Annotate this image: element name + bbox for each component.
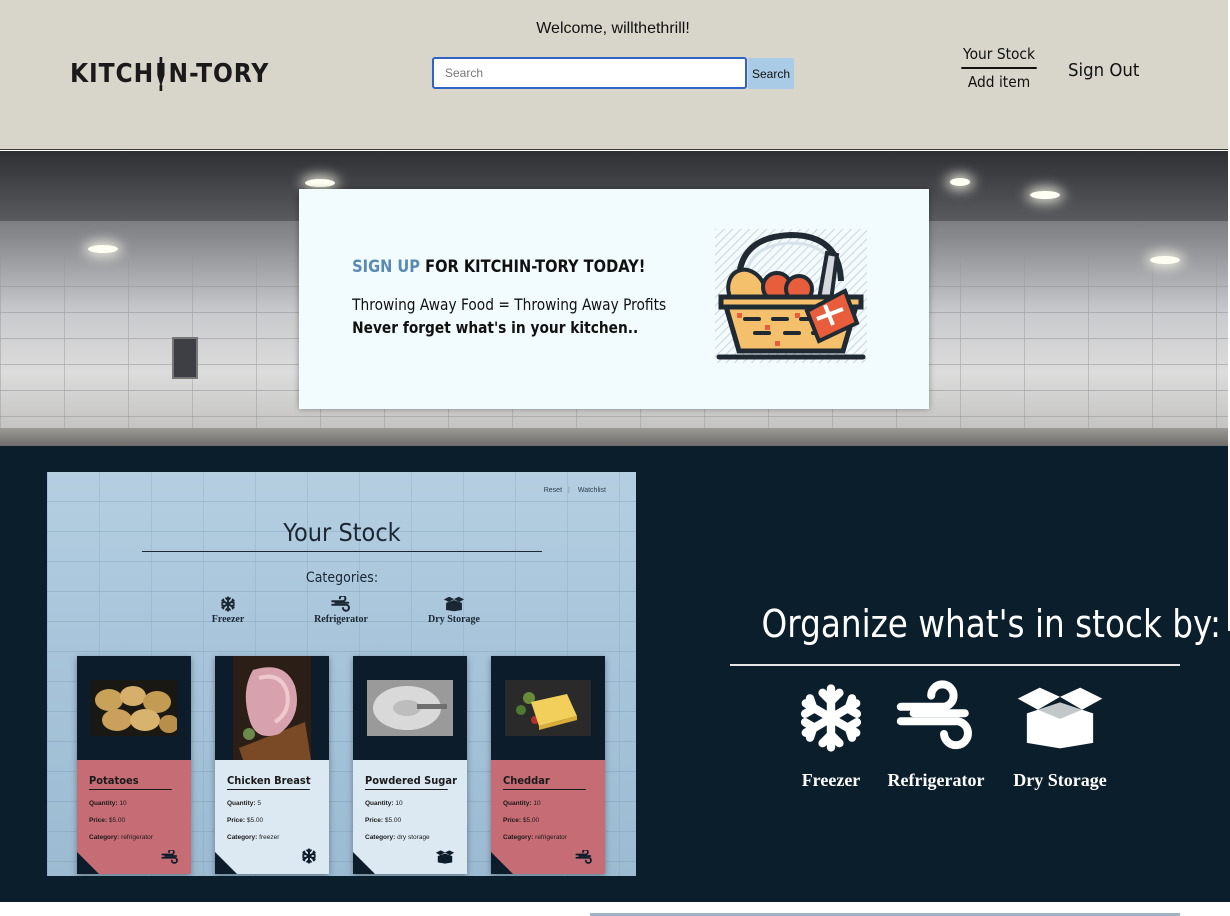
preview-watchlist-link: Watchlist [577,487,606,494]
preview-divider [142,551,542,552]
ceiling-light [88,245,118,253]
nav-links: Your Stock Add item [958,45,1040,91]
category-freezer: Freezer [796,680,866,791]
signup-text: SIGN UP FOR KITCHIN-TORY TODAY! Throwing… [329,257,667,337]
sign-out-link[interactable]: Sign Out [1068,60,1139,81]
organize-divider [730,664,1180,666]
counter [0,428,1228,446]
stock-card: Potatoes Quantity: 10 Price: $5.00 Categ… [77,656,191,874]
organize-heading: Organize what's in stock by: [761,602,1221,646]
tagline: Throwing Away Food = Throwing Away Profi… [352,295,667,314]
kitchintory-logo[interactable]: KITCH N-TORY [70,56,269,92]
features-section: Reset | Watchlist Your Stock Categories: F… [0,446,1230,902]
item-name: Cheddar [503,774,586,790]
item-price: Price: $5.00 [227,817,264,824]
wall-panel [172,337,198,379]
card-info: Potatoes Quantity: 10 Price: $5.00 Categ… [77,760,191,874]
knife-icon [156,57,167,91]
item-category: Category: dry storage [365,834,430,841]
nav-your-stock[interactable]: Your Stock [961,45,1037,69]
picnic-basket-illustration [715,229,867,363]
preview-category-dry-storage: Dry Storage [404,596,504,625]
preview-links: Reset | Watchlist [543,487,606,494]
item-quantity: Quantity: 5 [227,800,261,807]
stock-card: Powdered Sugar Quantity: 10 Price: $5.00… [353,656,467,874]
stock-page-preview: Reset | Watchlist Your Stock Categories: F… [47,472,636,876]
category-dry-storage: Dry Storage [1004,680,1116,791]
item-category: Category: freezer [227,834,280,841]
item-price: Price: $5.00 [503,817,540,824]
signup-headline-rest: FOR KITCHIN-TORY TODAY! [419,257,646,277]
snowflake-icon [796,680,866,756]
item-quantity: Quantity: 10 [503,800,541,807]
preview-category-label: Freezer [211,614,245,625]
logo-text-left: KITCH [70,59,155,89]
item-name: Powdered Sugar [365,774,457,790]
cheddar-photo [505,680,591,736]
ceiling-light [305,179,335,187]
wind-icon [896,680,976,756]
box-icon [435,850,455,864]
item-category: Category: refrigerator [89,834,153,841]
category-label: Dry Storage [1013,770,1107,790]
preview-category-refrigerator: Refrigerator [291,596,391,625]
snowflake-icon [301,848,317,864]
logo-text-right: N-TORY [168,59,270,89]
category-label: Refrigerator [887,770,985,790]
preview-reset-link: Reset [543,487,563,494]
item-price: Price: $5.00 [89,817,126,824]
refrigerator-icon [575,850,593,864]
preview-category-freezer: Freezer [178,596,278,625]
search-input[interactable] [432,57,747,89]
card-info: Chicken Breast Quantity: 5 Price: $5.00 … [215,760,329,874]
signup-card: SIGN UP FOR KITCHIN-TORY TODAY! Throwing… [299,189,929,409]
category-label: Freezer [801,770,861,790]
item-name: Potatoes [89,774,172,790]
chicken-breast-photo [233,656,311,760]
card-info: Cheddar Quantity: 10 Price: $5.00 Catego… [491,760,605,874]
refrigerator-icon [161,850,179,864]
preview-category-label: Refrigerator [314,614,368,625]
item-category: Category: refrigerator [503,834,567,841]
stock-card: Cheddar Quantity: 10 Price: $5.00 Catego… [491,656,605,874]
snowflake-icon [220,596,236,612]
ceiling-light [1030,191,1060,199]
item-quantity: Quantity: 10 [365,800,403,807]
preview-categories-label: Categories: [305,570,379,586]
category-refrigerator: Refrigerator [880,680,992,791]
search-button[interactable]: Search [748,58,794,89]
ceiling-light [1150,256,1180,264]
nav-add-item[interactable]: Add item [961,73,1036,91]
powdered-sugar-photo [367,680,453,736]
stock-card: Chicken Breast Quantity: 5 Price: $5.00 … [215,656,329,874]
signup-headline: SIGN UP FOR KITCHIN-TORY TODAY! [352,257,645,277]
potatoes-photo [91,680,177,736]
box-icon [1014,680,1106,756]
item-name: Chicken Breast [227,774,311,790]
signup-link[interactable]: SIGN UP [352,257,420,277]
item-price: Price: $5.00 [365,817,402,824]
preview-category-label: Dry Storage [428,614,480,625]
card-info: Powdered Sugar Quantity: 10 Price: $5.00… [353,760,467,874]
tagline-bold: Never forget what's in your kitchen.. [352,318,639,337]
wind-icon [331,596,351,612]
item-quantity: Quantity: 10 [89,800,127,807]
welcome-message: Welcome, willthethrill! [536,20,690,37]
box-icon [443,596,465,612]
top-header: KITCH N-TORY Welcome, willthethrill! Sea… [0,0,1228,150]
ceiling-light [950,178,970,186]
preview-title: Your Stock [283,518,401,547]
